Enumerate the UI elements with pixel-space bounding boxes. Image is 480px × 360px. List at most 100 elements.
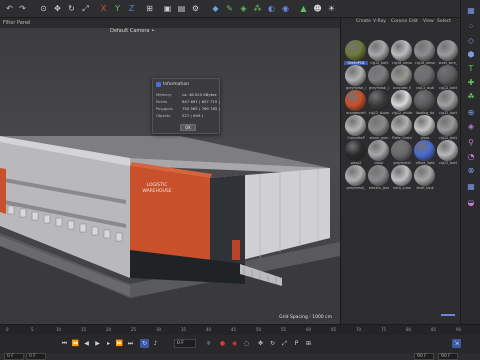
- next-key-icon[interactable]: ⏩: [115, 339, 124, 348]
- go-to-end-icon[interactable]: ⏭: [126, 339, 135, 348]
- end-frame-field[interactable]: 90 F: [438, 353, 458, 360]
- material-swatch[interactable]: stone_gran: [367, 115, 391, 141]
- material-swatch[interactable]: greymetal_: [344, 165, 368, 191]
- ok-button[interactable]: OK: [180, 124, 196, 131]
- deformer-icon[interactable]: ◐: [266, 3, 277, 14]
- menu-view[interactable]: View: [423, 19, 434, 24]
- camera-icon[interactable]: ☻: [312, 3, 323, 14]
- material-swatch[interactable]: orangemetl: [344, 90, 368, 116]
- material-swatch[interactable]: steel_wire_: [436, 40, 460, 66]
- position-key-icon[interactable]: ✥: [256, 339, 265, 348]
- rotate-icon[interactable]: ↻: [66, 3, 77, 14]
- menu-filter[interactable]: Filter: [3, 20, 15, 26]
- z-axis-icon[interactable]: Z: [126, 3, 137, 14]
- preview-size-slider[interactable]: [441, 314, 455, 316]
- cube-icon[interactable]: ◆: [210, 3, 221, 14]
- menu-select[interactable]: Select: [437, 19, 451, 24]
- sound-icon[interactable]: ♪: [151, 339, 160, 348]
- material-swatch[interactable]: clg12_bott: [436, 140, 460, 166]
- material-swatch[interactable]: greymetal: [390, 140, 414, 166]
- material-swatch[interactable]: greymetal_l: [367, 65, 391, 91]
- material-swatch[interactable]: greymetal_l: [344, 65, 368, 91]
- start-frame-field[interactable]: 0 F: [4, 353, 24, 360]
- parameter-key-icon[interactable]: P: [292, 339, 301, 348]
- material-swatch[interactable]: clg12_bott: [436, 90, 460, 116]
- menu-create[interactable]: Create: [356, 19, 371, 24]
- pla-key-icon[interactable]: ⊞: [304, 339, 313, 348]
- snap-icon[interactable]: ☘: [466, 92, 476, 102]
- preview-end-field[interactable]: 90 F: [414, 353, 434, 360]
- points-mode-icon[interactable]: ⁘: [466, 22, 476, 32]
- previous-frame-icon[interactable]: ◀: [82, 339, 91, 348]
- model-mode-icon[interactable]: ▦: [466, 6, 476, 16]
- material-swatch[interactable]: clg13_stub: [413, 65, 437, 91]
- preview-start-field[interactable]: 0 F: [26, 353, 46, 360]
- edges-mode-icon[interactable]: ◇: [466, 36, 476, 46]
- tag-icon[interactable]: ◈: [466, 122, 476, 132]
- render-view-icon[interactable]: ▣: [162, 3, 173, 14]
- pen-icon[interactable]: ✎: [224, 3, 235, 14]
- render-settings-icon[interactable]: ⚙: [190, 3, 201, 14]
- material-swatch[interactable]: loading_do: [413, 90, 437, 116]
- material-swatch[interactable]: electric_box: [367, 165, 391, 191]
- record-icon[interactable]: ●: [218, 339, 227, 348]
- play-icon[interactable]: ▶: [93, 339, 102, 348]
- go-to-start-icon[interactable]: ⏮: [60, 339, 69, 348]
- menu-vray[interactable]: V-Ray: [373, 19, 386, 24]
- material-swatch[interactable]: clg16_alesa: [413, 40, 437, 66]
- menu-corona[interactable]: Corona: [391, 19, 407, 24]
- material-swatch[interactable]: glass2: [344, 140, 368, 166]
- material-swatch[interactable]: clg12_bott: [436, 115, 460, 141]
- key-icon[interactable]: ⌾: [204, 339, 213, 348]
- subdivision-icon[interactable]: ◈: [238, 3, 249, 14]
- timeline-settings-icon[interactable]: ⇲: [452, 339, 461, 348]
- material-swatch[interactable]: clg16_alesa: [390, 40, 414, 66]
- autokey-icon[interactable]: ◉: [230, 339, 239, 348]
- coordinate-system-icon[interactable]: ⊞: [144, 3, 155, 14]
- material-swatch[interactable]: vent_cube: [390, 165, 414, 191]
- floor-icon[interactable]: ▲: [298, 3, 309, 14]
- field-icon[interactable]: ◉: [280, 3, 291, 14]
- redo-icon[interactable]: ↷: [17, 3, 28, 14]
- previous-key-icon[interactable]: ⏪: [71, 339, 80, 348]
- 3d-viewport[interactable]: Default Camera •· LOGISTIC WAREHOUSE Gri…: [0, 28, 340, 324]
- y-axis-icon[interactable]: Y: [112, 3, 123, 14]
- render-picture-viewer-icon[interactable]: ▤: [176, 3, 187, 14]
- pin-icon[interactable]: ⚲: [466, 138, 476, 148]
- material-swatch[interactable]: [436, 165, 460, 191]
- grid-icon[interactable]: ▦: [466, 182, 476, 192]
- material-swatch[interactable]: clg12_bluep: [367, 90, 391, 116]
- material-swatch[interactable]: GreenPCB: [344, 40, 368, 66]
- scale-icon[interactable]: ⤢: [80, 3, 91, 14]
- polygons-mode-icon[interactable]: ⬢: [466, 50, 476, 60]
- material-swatch[interactable]: glass: [413, 115, 437, 141]
- array-icon[interactable]: ⁂: [252, 3, 263, 14]
- material-swatch[interactable]: clg12_bott: [367, 40, 391, 66]
- magnet-icon[interactable]: ◔: [466, 152, 476, 162]
- undo-icon[interactable]: ↶: [4, 3, 15, 14]
- material-swatch[interactable]: concrete_fl: [390, 65, 414, 91]
- loop-icon[interactable]: ↻: [140, 339, 149, 348]
- material-swatch[interactable]: offset_light: [413, 140, 437, 166]
- rotation-key-icon[interactable]: ↻: [268, 339, 277, 348]
- next-frame-icon[interactable]: ▸: [104, 339, 113, 348]
- menu-edit[interactable]: Edit: [409, 19, 418, 24]
- x-axis-icon[interactable]: X: [98, 3, 109, 14]
- material-swatch[interactable]: Plate_Grate: [390, 115, 414, 141]
- material-swatch[interactable]: clg12_bott: [436, 65, 460, 91]
- light-icon[interactable]: ☀: [326, 3, 337, 14]
- material-swatch[interactable]: ConcreteP: [344, 115, 368, 141]
- keyframe-selection-icon[interactable]: ◌: [242, 339, 251, 348]
- workplane-icon[interactable]: ⊕: [466, 108, 476, 118]
- material-swatch[interactable]: shelf_tank: [413, 165, 437, 191]
- material-swatch[interactable]: clg12_white: [390, 90, 414, 116]
- menu-panel[interactable]: Panel: [17, 20, 31, 26]
- texture-mode-icon[interactable]: T: [466, 64, 476, 74]
- light-bulb-icon[interactable]: ◒: [466, 198, 476, 208]
- current-frame-field[interactable]: 0 F: [174, 339, 196, 348]
- timeline-ruler[interactable]: 0 5 10 15 20 25 30 35 40 45 50 55 60 65 70 75 80 85 90: [0, 325, 480, 335]
- live-select-icon[interactable]: ⊙: [38, 3, 49, 14]
- scale-key-icon[interactable]: ⤢: [280, 339, 289, 348]
- globe-icon[interactable]: ⊗: [466, 166, 476, 176]
- move-icon[interactable]: ✥: [52, 3, 63, 14]
